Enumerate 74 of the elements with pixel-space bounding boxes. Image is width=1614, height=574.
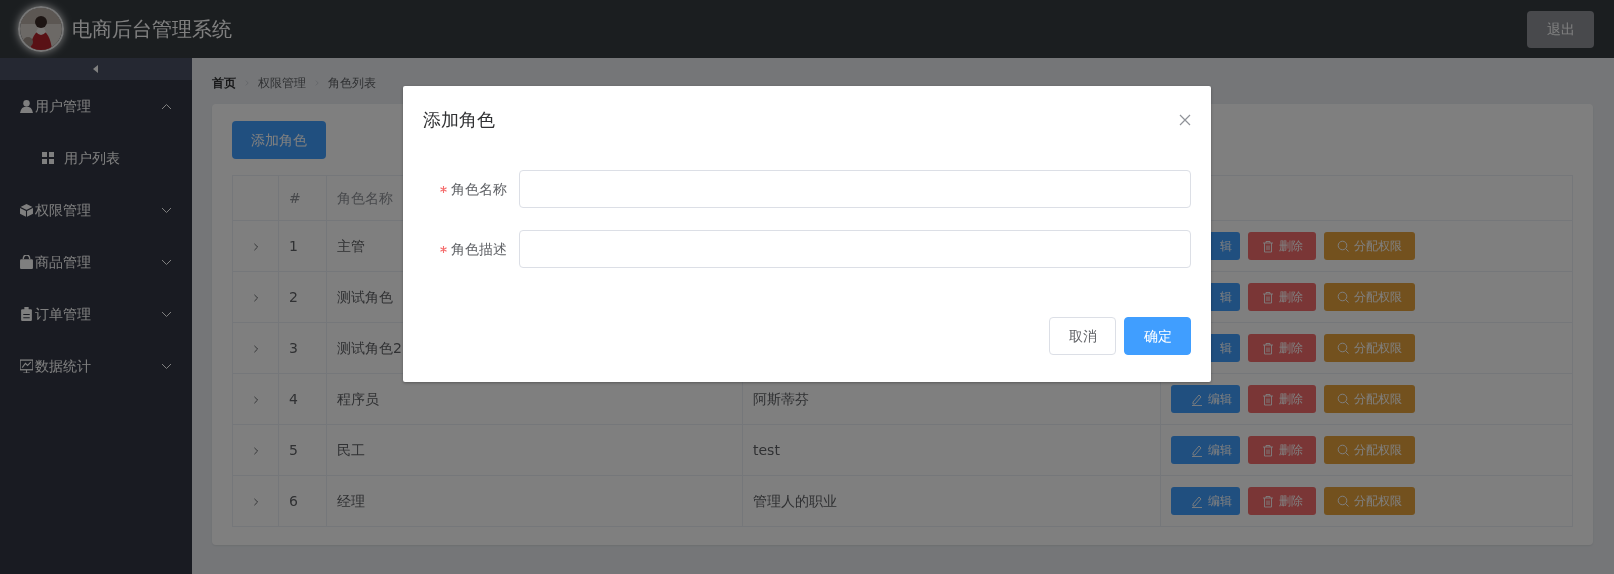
pencil-icon: [1191, 494, 1203, 508]
table-cell: 2: [278, 271, 327, 323]
cube-icon: [20, 203, 33, 217]
bag-icon: [20, 255, 33, 269]
table-cell: 1: [278, 220, 327, 272]
table-cell: 5: [278, 424, 327, 476]
cancel-button[interactable]: 取消: [1049, 317, 1116, 355]
clipboard-icon: [20, 307, 33, 321]
table-cell: 管理人的职业: [742, 475, 1161, 527]
collapse-bar[interactable]: [0, 58, 192, 80]
expand-icon[interactable]: [251, 496, 260, 507]
table-cell: test: [742, 424, 1161, 476]
trash-icon: [1261, 443, 1274, 457]
sidebar-item[interactable]: 权限管理: [0, 184, 192, 236]
input-field[interactable]: [519, 170, 1191, 208]
delete-button[interactable]: 删除: [1248, 334, 1316, 362]
trash-icon: [1261, 494, 1274, 508]
app-title: 电商后台管理系统: [72, 16, 232, 43]
search-icon: [1337, 443, 1349, 457]
assign-permission-button[interactable]: 分配权限: [1324, 385, 1415, 413]
trash-icon: [1261, 392, 1274, 406]
trash-icon: [1261, 341, 1274, 355]
trash-icon: [1261, 290, 1274, 304]
assign-permission-button[interactable]: 分配权限: [1324, 283, 1415, 311]
assign-permission-button[interactable]: 分配权限: [1324, 436, 1415, 464]
assign-permission-button[interactable]: 分配权限: [1324, 487, 1415, 515]
close-icon[interactable]: [1179, 113, 1191, 126]
sidebar-item[interactable]: 订单管理: [0, 288, 192, 340]
confirm-button[interactable]: 确定: [1124, 317, 1191, 355]
collapse-icon: [93, 65, 99, 73]
assign-permission-button[interactable]: 分配权限: [1324, 334, 1415, 362]
add-role-button[interactable]: 添加角色: [232, 121, 326, 159]
expand-icon[interactable]: [251, 445, 260, 456]
table-cell: 经理: [326, 475, 743, 527]
breadcrumb-link[interactable]: 首页: [212, 74, 236, 92]
field-label: 角色名称: [451, 179, 507, 199]
edit-button[interactable]: 编辑: [1171, 385, 1240, 413]
delete-button[interactable]: 删除: [1248, 436, 1316, 464]
field-label: 角色描述: [451, 239, 507, 259]
delete-button[interactable]: 删除: [1248, 232, 1316, 260]
expand-icon[interactable]: [251, 343, 260, 354]
table-cell: 6: [278, 475, 327, 527]
breadcrumb-item: 角色列表: [328, 75, 376, 92]
input-field[interactable]: [519, 230, 1191, 268]
search-icon: [1337, 290, 1349, 304]
pencil-icon: [1191, 443, 1203, 457]
search-icon: [1337, 239, 1349, 253]
table-cell: 民工: [326, 424, 743, 476]
delete-button[interactable]: 删除: [1248, 487, 1316, 515]
assign-permission-button[interactable]: 分配权限: [1324, 232, 1415, 260]
expand-icon[interactable]: [251, 292, 260, 303]
search-icon: [1337, 494, 1349, 508]
table-cell: 4: [278, 373, 327, 425]
expand-icon[interactable]: [251, 241, 260, 252]
search-icon: [1337, 392, 1349, 406]
search-icon: [1337, 341, 1349, 355]
edit-button[interactable]: 编辑: [1171, 436, 1240, 464]
trash-icon: [1261, 239, 1274, 253]
sidebar-subitem[interactable]: 用户列表: [0, 132, 192, 184]
expand-icon[interactable]: [251, 394, 260, 405]
sidebar-item[interactable]: 用户管理: [0, 80, 192, 132]
dialog-title: 添加角色: [423, 108, 495, 132]
pencil-icon: [1191, 392, 1203, 406]
sidebar-item[interactable]: 数据统计: [0, 340, 192, 392]
grid-icon: [42, 152, 54, 164]
chart-icon: [20, 359, 33, 373]
delete-button[interactable]: 删除: [1248, 283, 1316, 311]
edit-button[interactable]: 编辑: [1171, 487, 1240, 515]
user-icon: [20, 99, 33, 113]
delete-button[interactable]: 删除: [1248, 385, 1316, 413]
breadcrumb-item[interactable]: 权限管理: [258, 74, 306, 92]
column-header: #: [278, 175, 327, 221]
sidebar-item[interactable]: 商品管理: [0, 236, 192, 288]
table-cell: 3: [278, 322, 327, 374]
